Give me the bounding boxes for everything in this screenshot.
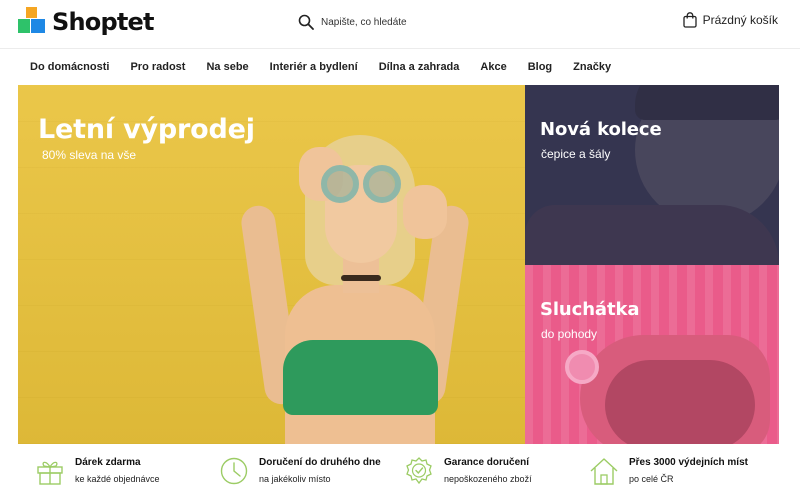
nav-item-akce[interactable]: Akce [480, 61, 506, 73]
nav-item-na-sebe[interactable]: Na sebe [206, 61, 248, 73]
hero-tile-headphones[interactable] [525, 265, 779, 444]
house-icon [590, 458, 618, 485]
site-header: Shoptet Prázdný košík [0, 0, 800, 48]
nav-item-interier-a-bydleni[interactable]: Interiér a bydlení [270, 61, 358, 73]
banner-photo-woman [239, 135, 471, 444]
tile-photo-hair [605, 360, 755, 444]
benefit-subtitle: na jakékoliv místo [259, 474, 331, 484]
benefit-title: Doručení do druhého dne [259, 457, 381, 468]
hero-banner-title: Letní výprodej [38, 114, 255, 145]
search-icon[interactable] [298, 14, 314, 30]
benefit-next-day-delivery: Doručení do druhého dne na jakékoliv mís… [219, 456, 381, 486]
benefit-title: Přes 3000 výdejních míst [629, 457, 748, 468]
search-bar[interactable] [298, 12, 471, 32]
hero-tile-new-collection-subtitle: čepice a šály [541, 147, 611, 161]
main-navigation: Do domácnosti Pro radost Na sebe Interié… [0, 48, 800, 85]
benefit-subtitle: nepoškozeného zboží [444, 474, 532, 484]
cart-label: Prázdný košík [702, 13, 778, 27]
nav-item-dilna-a-zahrada[interactable]: Dílna a zahrada [379, 61, 460, 73]
badge-check-icon [406, 457, 432, 485]
logo-mark-icon [18, 7, 48, 37]
benefit-subtitle: po celé ČR [629, 474, 674, 484]
nav-item-do-domacnosti[interactable]: Do domácnosti [30, 61, 109, 73]
benefit-pickup-points: Přes 3000 výdejních míst po celé ČR [589, 456, 748, 486]
benefit-title: Garance doručení [444, 457, 530, 468]
benefit-delivery-guarantee: Garance doručení nepoškozeného zboží [404, 456, 532, 486]
benefit-title: Dárek zdarma [75, 457, 141, 468]
hero-banner-subtitle: 80% sleva na vše [42, 148, 137, 162]
hero-tile-new-collection[interactable] [525, 85, 779, 265]
tile-overlay [525, 85, 779, 265]
benefits-bar: Dárek zdarma ke každé objednávce Doručen… [0, 448, 800, 496]
hero-tile-headphones-subtitle: do pohody [541, 327, 598, 341]
benefit-free-gift: Dárek zdarma ke každé objednávce [35, 456, 160, 486]
shoptet-logo[interactable]: Shoptet [18, 5, 154, 39]
benefit-subtitle: ke každé objednávce [75, 474, 160, 484]
hero-tile-headphones-title: Sluchátka [540, 299, 640, 320]
hero-tile-new-collection-title: Nová kolece [540, 119, 662, 140]
tile-photo-headphones [565, 350, 599, 384]
search-input[interactable] [321, 16, 471, 28]
clock-icon [220, 457, 248, 485]
gift-icon [37, 461, 63, 485]
cart-button[interactable]: Prázdný košík [682, 12, 778, 28]
shopping-bag-icon [682, 12, 697, 28]
logo-text: Shoptet [52, 8, 154, 36]
nav-item-znacky[interactable]: Značky [573, 61, 611, 73]
nav-item-blog[interactable]: Blog [528, 61, 552, 73]
nav-item-pro-radost[interactable]: Pro radost [130, 61, 185, 73]
